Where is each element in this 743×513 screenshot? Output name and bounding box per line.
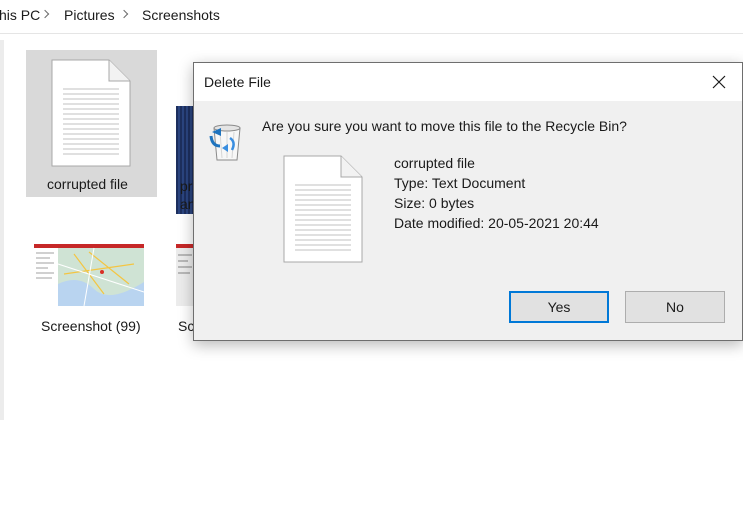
file-date-modified: Date modified: 20-05-2021 20:44 xyxy=(394,215,599,231)
file-label: corrupted file xyxy=(47,176,128,192)
chevron-right-icon[interactable] xyxy=(119,9,129,19)
file-details: corrupted file Type: Text Document Size:… xyxy=(394,153,599,233)
file-item-2[interactable]: pr an xyxy=(166,50,196,214)
confirmation-question: Are you sure you want to move this file … xyxy=(262,118,627,134)
file-item-4[interactable]: Sc xyxy=(166,240,196,340)
dialog-title: Delete File xyxy=(204,74,271,90)
breadcrumb-item-this-pc[interactable]: his PC xyxy=(0,7,40,23)
file-item-corrupted-file[interactable]: corrupted file xyxy=(26,50,157,197)
text-document-icon xyxy=(51,59,131,167)
recycle-bin-icon xyxy=(209,124,241,161)
dialog-titlebar[interactable]: Delete File xyxy=(194,63,742,101)
breadcrumb-item-pictures[interactable]: Pictures xyxy=(64,7,115,23)
file-type: Type: Text Document xyxy=(394,175,526,191)
chevron-right-icon[interactable] xyxy=(40,9,50,19)
close-icon xyxy=(712,75,726,89)
file-label-line1: pr xyxy=(180,178,193,194)
delete-file-dialog: Delete File Are you sure you want to mov… xyxy=(193,62,743,341)
yes-button[interactable]: Yes xyxy=(509,291,609,323)
navigation-pane-edge xyxy=(0,40,4,420)
screenshot-thumbnail xyxy=(34,244,144,306)
text-document-icon xyxy=(283,155,363,263)
breadcrumb: his PC Pictures Screenshots xyxy=(0,0,743,34)
no-button[interactable]: No xyxy=(625,291,725,323)
file-label: Screenshot (99) xyxy=(41,318,141,334)
close-button[interactable] xyxy=(696,63,742,101)
file-name: corrupted file xyxy=(394,155,475,171)
file-size: Size: 0 bytes xyxy=(394,195,475,211)
file-label: Sc xyxy=(178,318,195,334)
file-item-screenshot-99[interactable]: Screenshot (99) xyxy=(26,240,157,340)
breadcrumb-item-screenshots[interactable]: Screenshots xyxy=(142,7,220,23)
